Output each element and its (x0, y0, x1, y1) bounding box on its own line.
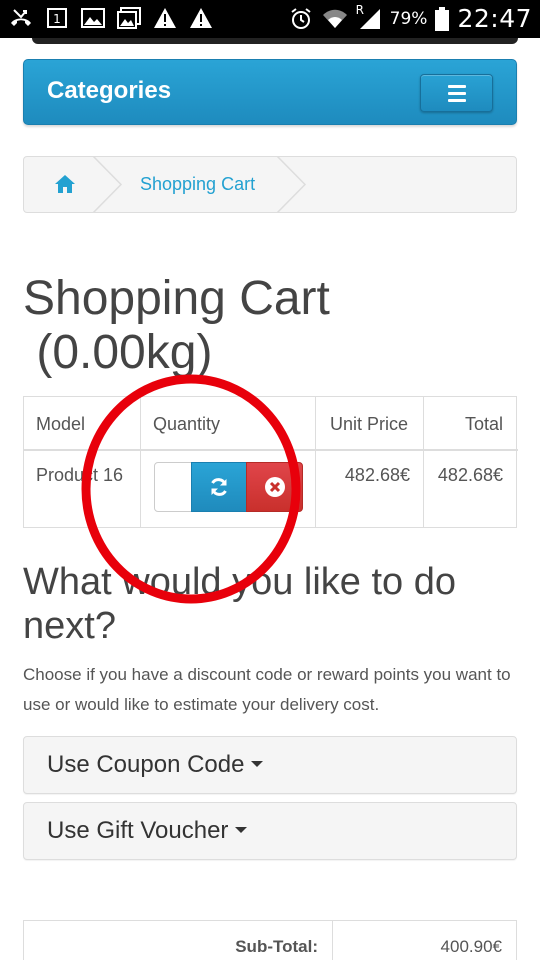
menu-toggle-button[interactable] (420, 74, 493, 112)
status-bar: 1 R 79% 22:47 (0, 0, 540, 38)
calendar-badge-number: 1 (53, 12, 61, 26)
product-model-link[interactable]: Product 16 (36, 465, 123, 486)
clock: 22:47 (457, 4, 532, 33)
gift-voucher-toggle[interactable]: Use Gift Voucher (47, 817, 248, 845)
cart-table: Model Quantity Unit Price Total Product … (23, 396, 518, 528)
gift-voucher-label: Use Gift Voucher (47, 817, 229, 844)
coupon-code-panel[interactable]: Use Coupon Code (23, 736, 517, 794)
caret-down-icon (235, 826, 248, 833)
header-unit-price: Unit Price (330, 414, 409, 434)
hamburger-icon (447, 91, 466, 95)
next-steps-heading: What would you like to do next? (23, 561, 457, 647)
battery-icon (435, 6, 450, 31)
quantity-input[interactable] (154, 462, 194, 512)
remove-button[interactable] (246, 462, 303, 512)
header-model: Model (36, 414, 86, 434)
quantity-control (154, 462, 304, 512)
header-divider (24, 449, 518, 451)
refresh-icon (211, 478, 227, 496)
update-button[interactable] (191, 462, 247, 512)
system-icons: R 79% 22:47 (288, 3, 532, 33)
categories-navbar[interactable]: Categories (23, 59, 517, 125)
breadcrumb-shopping-cart-link[interactable]: Shopping Cart (140, 174, 255, 195)
totals-table: Sub-Total: 400.90€ (23, 920, 517, 960)
missed-call-icon (8, 6, 34, 30)
categories-label: Categories (47, 77, 172, 104)
hamburger-icon (447, 84, 466, 88)
breadcrumb-separator (276, 157, 307, 212)
breadcrumb-separator (92, 157, 123, 212)
header-edge (32, 38, 518, 44)
gift-voucher-panel[interactable]: Use Gift Voucher (23, 802, 517, 860)
wifi-icon (322, 7, 348, 31)
warning-icon (188, 6, 214, 30)
subtotal-label: Sub-Total: (235, 937, 318, 956)
caret-down-icon (251, 760, 264, 767)
coupon-code-toggle[interactable]: Use Coupon Code (47, 751, 264, 779)
hamburger-icon (447, 98, 466, 102)
battery-percent: 79% (389, 8, 428, 29)
next-steps-description: Choose if you have a discount code or re… (23, 665, 511, 714)
notification-icons: 1 (8, 6, 214, 30)
remove-circle-icon (264, 477, 285, 497)
warning-icon (152, 6, 178, 30)
calendar-badge-icon: 1 (44, 6, 70, 30)
image-icon (80, 6, 106, 30)
breadcrumb: Shopping Cart (23, 156, 517, 213)
page-title-text: Shopping Cart (23, 272, 330, 325)
alarm-icon (288, 7, 314, 31)
subtotal-value: 400.90€ (440, 937, 502, 956)
coupon-code-label: Use Coupon Code (47, 751, 245, 778)
header-quantity: Quantity (153, 414, 221, 434)
totals-divider (332, 921, 333, 960)
header-total: Total (464, 414, 503, 434)
unit-price-value: 482.68€ (344, 465, 410, 485)
home-icon[interactable] (54, 174, 76, 194)
page-title: Shopping Cart (0.00kg) (23, 272, 493, 380)
signal-icon: R (356, 3, 382, 31)
total-value: 482.68€ (437, 465, 503, 485)
cart-weight: (0.00kg) (23, 326, 213, 379)
gallery-icon (116, 6, 142, 30)
roaming-label: R (355, 2, 364, 17)
